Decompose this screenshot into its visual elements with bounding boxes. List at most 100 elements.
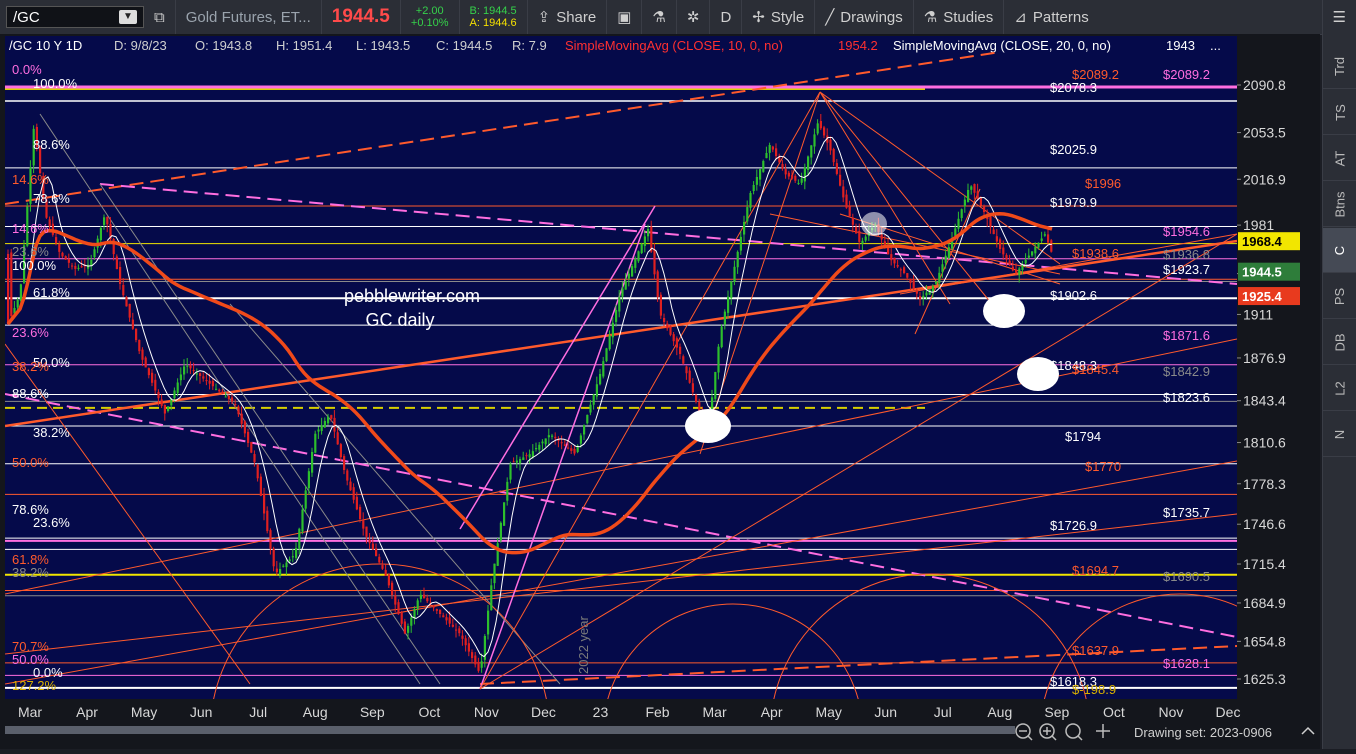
sidebar-tab-btns[interactable]: Btns [1323,182,1356,227]
patterns-button[interactable]: ⊿ Patterns [1003,0,1098,34]
candle-body [567,447,570,449]
candle-body [1005,255,1008,260]
candle-body [186,365,189,367]
menu-icon: ☰ [1332,9,1346,26]
time-tick-label: Aug [987,704,1012,720]
candle-body [314,433,317,453]
price-tick-label: 1843.4 [1243,393,1286,409]
candle-body [755,177,758,185]
drawings-button[interactable]: ╱ Drawings [814,0,913,34]
level-label: $1954.6 [1163,224,1210,239]
studies-label: Studies [943,8,994,26]
share-button[interactable]: ⇪ Share [526,0,607,34]
fib-label: 88.6% [33,137,70,152]
candle-body [304,490,307,509]
sidebar-tab-trd[interactable]: Trd [1323,44,1356,89]
time-tick-label: Feb [645,704,669,720]
copy-icon[interactable]: ⧉ [144,0,175,34]
legend-more[interactable]: ... [1210,38,1221,53]
candle-body [426,597,429,602]
price-chart[interactable]: /GC 10 Y 1D D: 9/8/23 O: 1943.8 H: 1951.… [0,34,1320,749]
sidebar-tab-at[interactable]: AT [1323,136,1356,181]
sidebar-tab-l2[interactable]: L2 [1323,366,1356,411]
settings-button[interactable]: ✲ [675,0,710,34]
drawing-set-label[interactable]: Drawing set: 2023-0906 [1134,725,1272,740]
candle-body [346,470,349,481]
candle-body [215,388,218,390]
candle-body [784,169,787,175]
sidebar-tab-n[interactable]: N [1323,412,1356,457]
chevron-down-icon[interactable]: ▼ [119,10,137,24]
style-button[interactable]: ✢ Style [741,0,814,34]
studies-button[interactable]: ⚗ Studies [912,0,1004,34]
candle-body [643,236,646,246]
candle-body [528,454,531,458]
symbol-selector[interactable]: /GC ▼ [6,6,144,28]
lab-button[interactable]: ⚗ [641,0,675,34]
patterns-label: Patterns [1032,8,1089,26]
candle-body [458,628,461,634]
candle-body [285,562,288,568]
candle-body [167,406,170,412]
gear-icon: ✲ [686,9,700,26]
level-label: $1902.6 [1050,288,1097,303]
level-label: $-198.9 [1072,682,1116,697]
grid-layout-icon: ▣ [617,9,632,26]
candle-body [1018,268,1021,276]
price-tags: 1968.4 1944.5 1925.4 [1238,232,1300,306]
candle-body [464,638,467,646]
candle-body [515,460,518,463]
candle-body [16,300,19,308]
price-tick-label: 1625.3 [1243,671,1286,687]
sidebar-tab-db[interactable]: DB [1323,320,1356,365]
candle-body [400,612,403,624]
candle-body [480,661,483,668]
menu-button[interactable]: ☰ [1321,0,1356,34]
grid-layout-button[interactable]: ▣ [606,0,641,34]
candle-body [125,297,128,307]
candle-body [423,594,426,598]
fib-label: 14.6% [12,221,49,236]
sidebar-tab-label: Btns [1332,190,1348,218]
time-tick-label: May [815,704,841,720]
sidebar-tab-ps[interactable]: PS [1323,274,1356,319]
candle-body [829,139,832,151]
candle-body [999,239,1002,249]
candle-body [963,199,966,207]
period-button[interactable]: D [709,0,741,34]
candle-body [618,297,621,312]
time-tick-label: Sep [1044,704,1069,720]
candle-body [195,373,198,375]
chart-area[interactable]: /GC 10 Y 1D D: 9/8/23 O: 1943.8 H: 1951.… [0,34,1320,749]
candle-body [160,399,163,406]
chart-scrollbar[interactable] [5,726,1015,734]
high-value: H: 1951.4 [276,38,332,53]
candle-body [851,217,854,225]
candle-body [765,153,768,159]
candle-body [471,652,474,658]
candle-body [378,556,381,563]
price-tick-label: 1810.6 [1243,435,1286,451]
sidebar-tab-ts[interactable]: TS [1323,90,1356,135]
range-value: R: 7.9 [512,38,547,53]
candle-body [979,197,982,206]
candle-body [922,295,925,298]
candle-body [227,395,230,400]
candle-body [723,311,726,325]
candle-body [858,230,861,242]
candle-body [295,548,298,558]
candle-body [496,543,499,566]
level-label: $1637.9 [1072,643,1119,658]
candle-body [538,444,541,450]
candle-body [80,266,83,268]
scroll-thumb[interactable] [5,726,1015,734]
fib-label: 23.6% [12,244,49,259]
candle-body [583,425,586,435]
candle-body [861,240,864,244]
candle-body [570,448,573,451]
sidebar-tab-c[interactable]: C [1323,228,1356,273]
candle-body [221,391,224,394]
candle-body [938,272,941,283]
time-tick-label: Jun [874,704,897,720]
candle-body [605,348,608,362]
